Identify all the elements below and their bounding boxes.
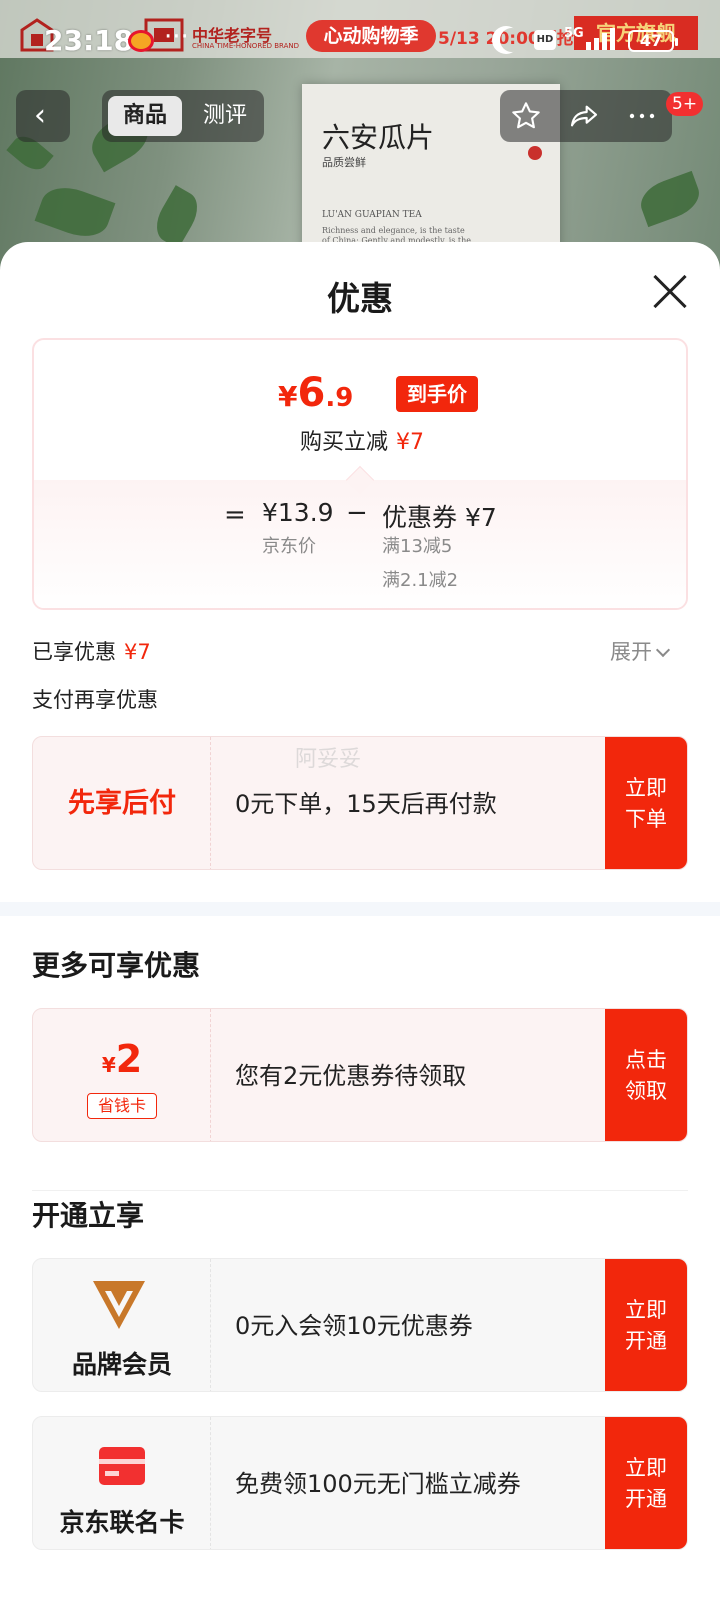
jd-card-left-panel: 京东联名卡 — [33, 1417, 211, 1549]
saving-card-tag: 省钱卡 — [87, 1093, 157, 1119]
tab-group: 商品 测评 — [102, 90, 264, 142]
more-discounts-title: 更多可享优惠 — [32, 949, 201, 982]
open-card-button[interactable]: 立即 开通 — [605, 1417, 687, 1549]
bnpl-offer-card: 先享后付 阿妥妥 0元下单，15天后再付款 立即 下单 — [32, 736, 688, 870]
saving-card-offer: ¥2 省钱卡 您有2元优惠券待领取 点击 领取 — [32, 1008, 688, 1142]
battery-icon: 47 — [628, 30, 678, 52]
expand-button[interactable]: 展开 — [610, 636, 671, 666]
jd-card-description: 免费领100元无门槛立减券 — [235, 1470, 521, 1498]
final-price: ¥6.9 — [278, 370, 353, 416]
product-subtitle: 品质尝鲜 — [322, 156, 366, 169]
enjoyed-value: ¥7 — [124, 640, 151, 664]
coupon-rule: 满13减5 — [382, 536, 453, 557]
open-to-enjoy-title: 开通立享 — [32, 1199, 145, 1232]
credit-card-icon — [99, 1447, 145, 1485]
signal-icon — [586, 28, 618, 50]
minus-sign: − — [346, 498, 368, 528]
saving-card-left-panel: ¥2 省钱卡 — [33, 1009, 211, 1141]
currency-symbol: ¥ — [278, 380, 298, 413]
currency-symbol: ¥ — [101, 1053, 116, 1077]
status-time: 23:18 — [44, 24, 134, 57]
bnpl-description: 0元下单，15天后再付款 — [235, 790, 497, 818]
pay-section-label: 支付再享优惠 — [32, 688, 158, 712]
more-icon[interactable] — [626, 100, 658, 132]
seal-stamp — [528, 146, 542, 160]
jd-card-offer: 京东联名卡 免费领100元无门槛立减券 立即 开通 — [32, 1416, 688, 1550]
price-summary-card: ¥6.9 到手价 购买立减 ¥7 = ¥13.9 京东价 − 优惠券 ¥7 满13… — [32, 338, 688, 610]
claim-coupon-button[interactable]: 点击 领取 — [605, 1009, 687, 1141]
saving-card-amount: ¥2 — [33, 1037, 211, 1081]
final-price-decimal: .9 — [325, 383, 354, 413]
do-not-disturb-icon — [500, 28, 524, 52]
saving-card-value: 2 — [115, 1037, 143, 1081]
star-icon[interactable] — [510, 100, 542, 132]
tab-product[interactable]: 商品 — [108, 96, 182, 136]
chevron-left-icon: ‹ — [34, 98, 46, 133]
saving-card-description: 您有2元优惠券待领取 — [235, 1062, 467, 1090]
hd-icon: HD — [534, 30, 556, 50]
expand-label: 展开 — [610, 640, 652, 664]
weibo-icon — [128, 30, 154, 52]
product-english-name: LU'AN GUAPIAN TEA — [322, 210, 422, 220]
status-bar: 23:18 ··· HD 5G 47 — [0, 0, 720, 80]
bnpl-title: 先享后付 — [68, 788, 176, 819]
brand-member-offer: 品牌会员 0元入会领10元优惠券 立即 开通 — [32, 1258, 688, 1392]
order-now-button[interactable]: 立即 下单 — [605, 737, 687, 869]
final-price-tag: 到手价 — [396, 376, 478, 412]
divider-line — [32, 1190, 688, 1191]
brand-member-description: 0元入会领10元优惠券 — [235, 1312, 473, 1340]
share-icon[interactable] — [568, 100, 600, 132]
close-icon[interactable] — [650, 272, 690, 312]
jd-price-label: 京东价 — [262, 536, 316, 557]
enjoyed-discount: 已享优惠 ¥7 — [32, 636, 151, 666]
section-divider — [0, 902, 720, 916]
open-membership-button[interactable]: 立即 开通 — [605, 1259, 687, 1391]
final-price-integer: 6 — [297, 370, 326, 416]
coupon-rule: 满2.1减2 — [382, 570, 459, 591]
brand-member-logo-icon — [93, 1281, 145, 1329]
message-badge: 5+ — [666, 92, 704, 116]
chevron-down-icon — [655, 642, 671, 658]
enjoyed-label: 已享优惠 — [32, 640, 116, 664]
reduction-value: ¥7 — [396, 430, 424, 455]
coupon-amount: 优惠券 ¥7 — [382, 503, 497, 532]
jd-card-label: 京东联名卡 — [59, 1508, 185, 1537]
action-group — [500, 90, 672, 142]
sheet-title: 优惠 — [327, 279, 393, 318]
brand-member-label: 品牌会员 — [71, 1350, 172, 1379]
jd-price: ¥13.9 — [262, 498, 334, 527]
tab-review[interactable]: 测评 — [192, 96, 258, 136]
product-name: 六安瓜片 — [322, 121, 435, 154]
reduction-line: 购买立减 ¥7 — [34, 424, 686, 456]
reduction-label: 购买立减 — [299, 430, 388, 455]
back-button[interactable]: ‹ — [16, 90, 70, 142]
discount-sheet: 优惠 ¥6.9 到手价 购买立减 ¥7 = ¥13.9 京东价 − 优惠券 ¥7 … — [0, 242, 720, 1600]
equals-sign: = — [224, 500, 246, 530]
bnpl-left-panel: 先享后付 — [33, 737, 211, 869]
brand-member-left-panel: 品牌会员 — [33, 1259, 211, 1391]
more-notifications-icon: ··· — [164, 22, 189, 52]
network-type: 5G — [564, 26, 584, 41]
